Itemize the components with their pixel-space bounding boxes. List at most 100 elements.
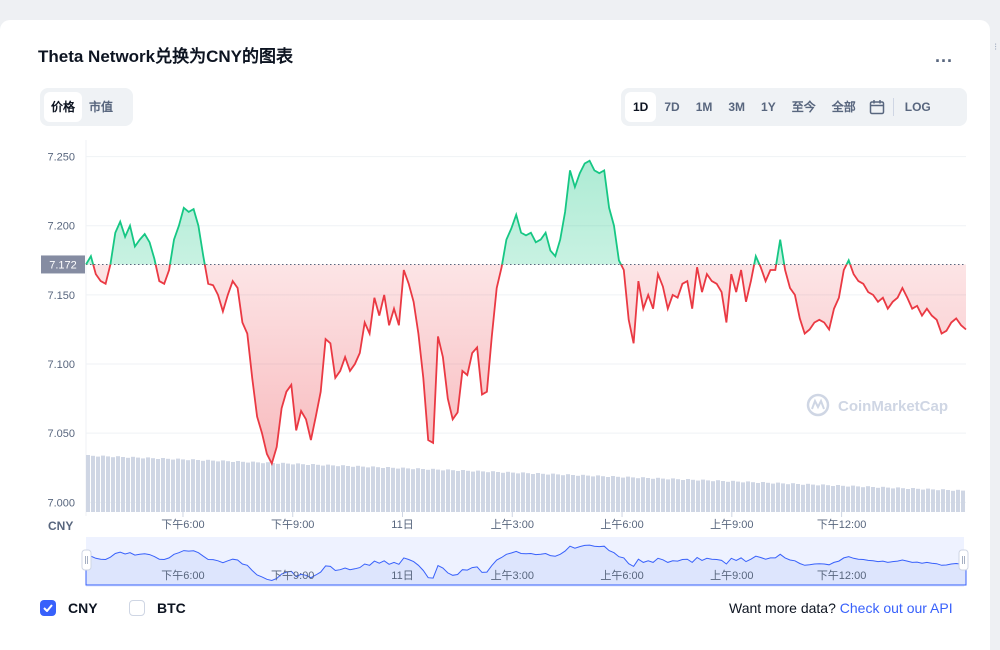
volume-bar xyxy=(471,471,475,512)
volume-bar xyxy=(521,472,525,512)
volume-bar xyxy=(716,480,720,512)
volume-bar xyxy=(91,455,95,512)
volume-bar xyxy=(536,473,540,512)
volume-bar xyxy=(821,484,825,512)
volume-bar xyxy=(111,457,115,512)
volume-bar xyxy=(946,490,950,512)
navigator-tick-label: 上午3:00 xyxy=(491,569,534,582)
volume-bar xyxy=(166,458,170,512)
volume-bar xyxy=(591,476,595,512)
volume-bar xyxy=(676,479,680,512)
volume-bar xyxy=(801,484,805,512)
legend-cny[interactable]: CNY xyxy=(40,600,98,616)
y-tick-label: 7.000 xyxy=(47,497,75,509)
reference-badge: 7.172 xyxy=(41,255,85,274)
volume-bar xyxy=(836,485,840,512)
volume-bar xyxy=(741,482,745,512)
volume-bar xyxy=(96,456,100,512)
volume-bar xyxy=(956,489,960,512)
volume-bar xyxy=(121,457,125,512)
volume-bar xyxy=(436,469,440,512)
navigator-tick-label: 11日 xyxy=(391,570,413,582)
volume-bar xyxy=(851,485,855,512)
volume-bar xyxy=(376,467,380,512)
volume-bar xyxy=(826,485,830,512)
volume-bar xyxy=(441,470,445,512)
volume-bar xyxy=(131,456,135,512)
volume-bar xyxy=(866,486,870,512)
volume-bar xyxy=(136,457,140,512)
volume-bar xyxy=(326,464,330,512)
volume-bar xyxy=(541,473,545,512)
volume-bar xyxy=(286,463,290,512)
volume-bar xyxy=(806,483,810,512)
volume-bar xyxy=(621,477,625,512)
volume-bar xyxy=(841,485,845,512)
volume-bar xyxy=(666,479,670,512)
volume-bar xyxy=(236,461,240,512)
volume-bar xyxy=(786,484,790,512)
volume-bar xyxy=(936,490,940,512)
volume-bar xyxy=(691,479,695,512)
volume-bar xyxy=(651,478,655,512)
volume-bar xyxy=(411,469,415,512)
volume-bar xyxy=(311,464,315,512)
volume-bar xyxy=(161,458,165,512)
cny-checkbox[interactable] xyxy=(40,600,56,616)
volume-bar xyxy=(576,475,580,512)
volume-bar xyxy=(181,459,185,512)
volume-bar xyxy=(546,474,550,512)
volume-bar xyxy=(371,466,375,512)
volume-bar xyxy=(401,467,405,512)
volume-bar xyxy=(731,480,735,512)
volume-bar xyxy=(876,487,880,512)
y-tick-label: 7.050 xyxy=(47,428,75,440)
y-tick-label: 7.150 xyxy=(47,290,75,302)
volume-bar xyxy=(461,470,465,512)
price-chart[interactable]: 7.250 7.200 7.150 7.100 7.050 7.000 CoinMarke… xyxy=(0,0,1000,650)
volume-bar xyxy=(551,473,555,512)
price-line-down xyxy=(85,264,967,467)
x-axis-ticks: 下午6:00 下午9:00 11日 上午3:00 上午6:00 上午9:00 下午12:00 xyxy=(161,512,866,531)
volume-bar xyxy=(616,476,620,512)
volume-bar xyxy=(416,468,420,512)
volume-bar xyxy=(506,471,510,512)
y-axis-ticks: 7.250 7.200 7.150 7.100 7.050 7.000 xyxy=(47,152,75,510)
reference-price-label: 7.172 xyxy=(49,259,77,271)
volume-bar xyxy=(466,470,470,512)
x-tick-label: 下午9:00 xyxy=(271,518,314,531)
volume-bar xyxy=(291,464,295,512)
range-navigator[interactable]: 下午6:00 下午9:00 11日 上午3:00 上午6:00 上午9:00 下午12:00 xyxy=(81,537,969,587)
volume-bar xyxy=(381,468,385,512)
volume-bar xyxy=(791,483,795,512)
volume-bar xyxy=(611,476,615,512)
volume-bar xyxy=(931,489,935,512)
legend-btc[interactable]: BTC xyxy=(129,600,186,616)
api-link[interactable]: Check out our API xyxy=(840,600,953,616)
volume-bar xyxy=(226,461,230,512)
y-tick-label: 7.100 xyxy=(47,359,75,371)
volume-bar xyxy=(251,461,255,512)
volume-bar xyxy=(626,476,630,512)
volume-bar xyxy=(361,466,365,512)
volume-bar xyxy=(431,468,435,512)
y-tick-label: 7.200 xyxy=(47,221,75,233)
y-axis-unit: CNY xyxy=(48,519,73,533)
navigator-left-handle[interactable] xyxy=(81,549,92,571)
volume-bar xyxy=(221,460,225,512)
volume-bar xyxy=(196,460,200,512)
navigator-right-handle[interactable] xyxy=(958,549,969,571)
volume-bar xyxy=(871,487,875,512)
volume-bar xyxy=(951,490,955,512)
volume-bar xyxy=(781,483,785,512)
volume-bar xyxy=(646,478,650,512)
volume-bar xyxy=(201,460,205,512)
volume-bar xyxy=(571,475,575,512)
y-tick-label: 7.250 xyxy=(47,152,75,164)
btc-checkbox[interactable] xyxy=(129,600,145,616)
volume-bar xyxy=(281,462,285,512)
volume-bar xyxy=(331,465,335,512)
cny-label: CNY xyxy=(68,600,98,616)
volume-bar xyxy=(696,480,700,512)
volume-bar xyxy=(581,474,585,512)
